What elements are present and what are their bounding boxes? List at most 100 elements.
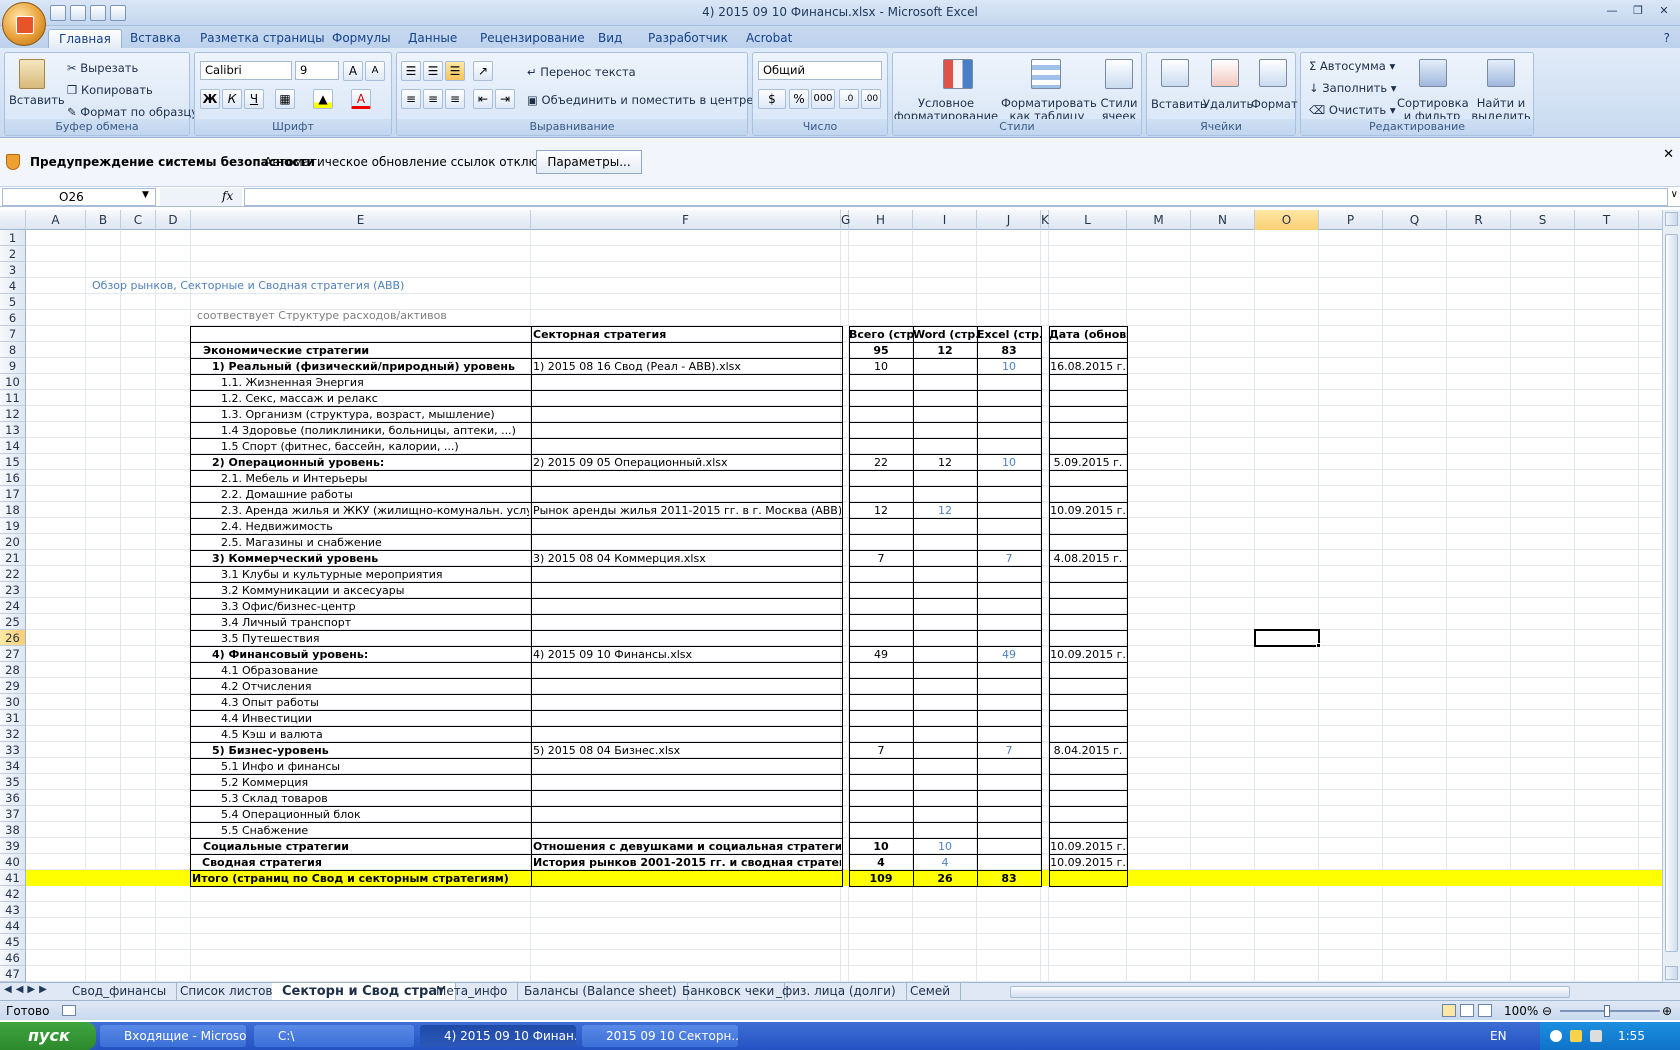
tab-home[interactable]: Главная <box>48 29 122 48</box>
column-header-m[interactable]: M <box>1127 210 1191 230</box>
row-header-24[interactable]: 24 <box>0 598 26 614</box>
borders-icon[interactable]: ▦ <box>275 89 295 109</box>
row-header-14[interactable]: 14 <box>0 438 26 454</box>
grow-font-icon[interactable]: A <box>343 61 363 81</box>
conditional-format-icon[interactable] <box>943 59 973 89</box>
row-header-43[interactable]: 43 <box>0 902 26 918</box>
active-cell-selection[interactable] <box>1254 629 1320 647</box>
vertical-scrollbar[interactable] <box>1662 210 1680 982</box>
row-header-47[interactable]: 47 <box>0 966 26 982</box>
column-header-k[interactable]: K <box>1041 210 1049 230</box>
align-left-icon[interactable]: ≡ <box>401 89 421 109</box>
tab-developer[interactable]: Разработчик <box>638 29 738 48</box>
restore-icon[interactable]: ❐ <box>1626 2 1650 20</box>
clear-button[interactable]: ⌫ Очистить ▾ <box>1309 103 1396 117</box>
row-header-2[interactable]: 2 <box>0 246 26 262</box>
insert-function-icon[interactable]: fx <box>222 189 233 203</box>
font-color-icon[interactable]: A <box>351 89 371 109</box>
row-header-29[interactable]: 29 <box>0 678 26 694</box>
print-icon[interactable] <box>110 5 126 21</box>
row-header-28[interactable]: 28 <box>0 662 26 678</box>
taskbar-item-excel-finance[interactable]: 4) 2015 09 10 Финан... <box>420 1025 576 1047</box>
start-button[interactable]: пуск <box>0 1022 96 1050</box>
close-icon[interactable]: ✕ <box>1652 2 1676 20</box>
column-header-t[interactable]: T <box>1575 210 1639 230</box>
tray-mail-icon[interactable] <box>1570 1030 1582 1042</box>
binoculars-icon[interactable] <box>1487 59 1515 87</box>
row-header-16[interactable]: 16 <box>0 470 26 486</box>
percent-button[interactable]: % <box>789 89 809 109</box>
row-header-15[interactable]: 15 <box>0 454 26 470</box>
row-header-8[interactable]: 8 <box>0 342 26 358</box>
column-header-b[interactable]: B <box>86 210 121 230</box>
row-header-30[interactable]: 30 <box>0 694 26 710</box>
tab-formulas[interactable]: Формулы <box>322 29 401 48</box>
row-header-3[interactable]: 3 <box>0 262 26 278</box>
autosum-button[interactable]: Σ Автосумма ▾ <box>1309 59 1395 73</box>
row-header-5[interactable]: 5 <box>0 294 26 310</box>
vertical-scroll-thumb[interactable] <box>1665 234 1678 952</box>
paste-icon[interactable] <box>19 59 45 89</box>
align-center-icon[interactable]: ≡ <box>423 89 443 109</box>
tab-acrobat[interactable]: Acrobat <box>736 29 802 48</box>
select-all-corner[interactable] <box>0 210 26 230</box>
column-header-f[interactable]: F <box>531 210 841 230</box>
row-header-32[interactable]: 32 <box>0 726 26 742</box>
row-header-9[interactable]: 9 <box>0 358 26 374</box>
undo-icon[interactable] <box>70 5 86 21</box>
align-top-icon[interactable]: ☰ <box>401 61 421 81</box>
number-format-select[interactable]: Общий <box>758 61 882 80</box>
format-cells-icon[interactable] <box>1259 59 1287 87</box>
column-header-g[interactable]: G <box>841 210 850 230</box>
row-header-12[interactable]: 12 <box>0 406 26 422</box>
row-header-46[interactable]: 46 <box>0 950 26 966</box>
redo-icon[interactable] <box>90 5 106 21</box>
column-header-o[interactable]: O <box>1255 210 1319 230</box>
column-header-j[interactable]: J <box>977 210 1041 230</box>
row-header-10[interactable]: 10 <box>0 374 26 390</box>
formula-input[interactable] <box>244 188 1668 206</box>
merge-center-button[interactable]: ▣ Объединить и поместить в центре ▾ <box>527 93 763 107</box>
taskbar-item-outlook[interactable]: Входящие - Microsof... <box>100 1025 246 1047</box>
thousands-button[interactable]: 000 <box>811 89 835 109</box>
paste-button[interactable]: Вставить <box>9 93 65 107</box>
sheet-tab[interactable]: Мета_инфо <box>426 983 519 1000</box>
tab-page-layout[interactable]: Разметка страницы <box>190 29 335 48</box>
spreadsheet-grid[interactable]: Обзор рынков, Секторные и Сводная страте… <box>26 230 1662 982</box>
row-header-18[interactable]: 18 <box>0 502 26 518</box>
column-header-s[interactable]: S <box>1511 210 1575 230</box>
format-cells-button[interactable]: Формат <box>1251 97 1298 111</box>
font-size-select[interactable]: 9 <box>295 61 339 80</box>
help-icon[interactable]: ? <box>1658 29 1676 48</box>
row-header-33[interactable]: 33 <box>0 742 26 758</box>
align-middle-icon[interactable]: ☰ <box>423 61 443 81</box>
sort-filter-icon[interactable] <box>1419 59 1447 87</box>
row-header-31[interactable]: 31 <box>0 710 26 726</box>
sheet-tab[interactable]: _физ. лица (долги) <box>766 983 907 1000</box>
options-button[interactable]: Параметры... <box>536 150 642 174</box>
normal-view-icon[interactable] <box>1442 1004 1456 1017</box>
column-header-q[interactable]: Q <box>1383 210 1447 230</box>
sheet-tab[interactable]: Список листов <box>170 983 284 1000</box>
zoom-in-icon[interactable]: ⊕ <box>1662 1004 1672 1018</box>
column-header-e[interactable]: E <box>191 210 531 230</box>
decrease-indent-icon[interactable]: ⇤ <box>473 89 493 109</box>
taskbar-item-excel-sector[interactable]: 2015 09 10 Секторн... <box>582 1025 738 1047</box>
row-header-38[interactable]: 38 <box>0 822 26 838</box>
column-header-i[interactable]: I <box>913 210 977 230</box>
row-header-19[interactable]: 19 <box>0 518 26 534</box>
column-header-d[interactable]: D <box>156 210 191 230</box>
office-button[interactable] <box>2 2 46 46</box>
orientation-icon[interactable]: ↗ <box>473 61 493 81</box>
delete-cells-icon[interactable] <box>1211 59 1239 87</box>
tray-volume-icon[interactable] <box>1590 1030 1602 1042</box>
scroll-down-icon[interactable] <box>1665 966 1678 980</box>
row-header-23[interactable]: 23 <box>0 582 26 598</box>
row-header-1[interactable]: 1 <box>0 230 26 246</box>
column-header-a[interactable]: A <box>26 210 86 230</box>
decrease-decimal-icon[interactable]: .00 <box>861 89 881 109</box>
row-header-13[interactable]: 13 <box>0 422 26 438</box>
cut-button[interactable]: ✂ Вырезать <box>67 61 138 75</box>
macro-record-icon[interactable] <box>62 1005 76 1016</box>
row-header-4[interactable]: 4 <box>0 278 26 294</box>
